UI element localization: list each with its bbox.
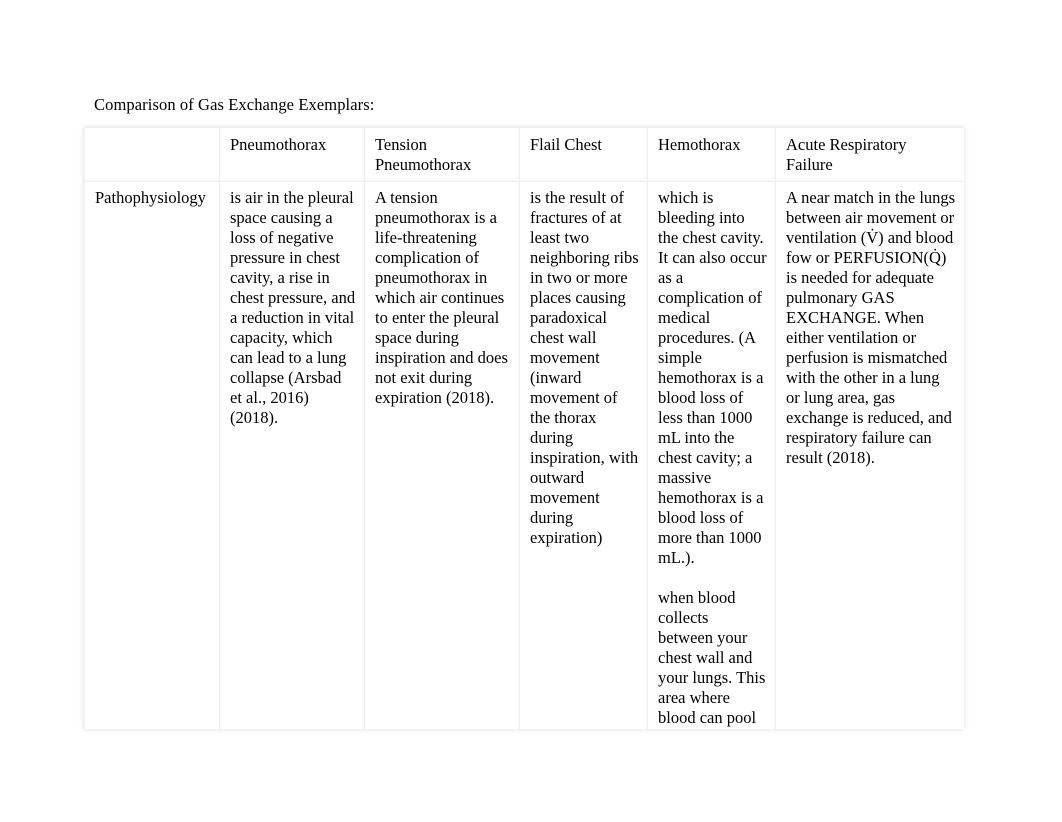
page-title: Comparison of Gas Exchange Exemplars: — [94, 95, 375, 114]
row-label-pathophysiology: Pathophysiology — [84, 181, 220, 729]
cell-pathophysiology-flail-chest: is the result of fractures of at least t… — [519, 181, 648, 729]
table-header-row: Pneumothorax Tension Pneumothorax Flail … — [84, 127, 964, 182]
cell-pathophysiology-hemothorax: which is bleeding into the chest cavity.… — [647, 181, 776, 729]
cell-paragraph: A near match in the lungs between air mo… — [786, 188, 956, 467]
table-row: Pathophysiology is air in the pleural sp… — [84, 181, 964, 729]
document-page: Comparison of Gas Exchange Exemplars: Pn… — [0, 0, 1062, 822]
cell-paragraph: A tension pneumothorax is a life-threate… — [375, 188, 508, 407]
column-header-pneumothorax: Pneumothorax — [219, 127, 365, 182]
cell-pathophysiology-pneumothorax: is air in the pleural space causing a lo… — [219, 181, 365, 729]
comparison-table-container: Pneumothorax Tension Pneumothorax Flail … — [84, 127, 964, 729]
comparison-table: Pneumothorax Tension Pneumothorax Flail … — [84, 127, 964, 729]
cell-pathophysiology-acute-respiratory-failure: A near match in the lungs between air mo… — [775, 181, 964, 729]
cell-paragraph: which is bleeding into the chest cavity.… — [658, 188, 767, 567]
column-header-tension-pneumothorax: Tension Pneumothorax — [364, 127, 520, 182]
column-header-blank — [84, 127, 220, 182]
cell-pathophysiology-tension-pneumothorax: A tension pneumothorax is a life-threate… — [364, 181, 520, 729]
cell-paragraph: when blood collects between your chest w… — [658, 588, 766, 729]
column-header-flail-chest: Flail Chest — [519, 127, 648, 182]
column-header-hemothorax: Hemothorax — [647, 127, 776, 182]
cell-paragraph: is air in the pleural space causing a lo… — [230, 188, 356, 427]
column-header-acute-respiratory-failure: Acute Respiratory Failure — [775, 127, 964, 182]
cell-paragraph: is the result of fractures of at least t… — [530, 188, 639, 547]
